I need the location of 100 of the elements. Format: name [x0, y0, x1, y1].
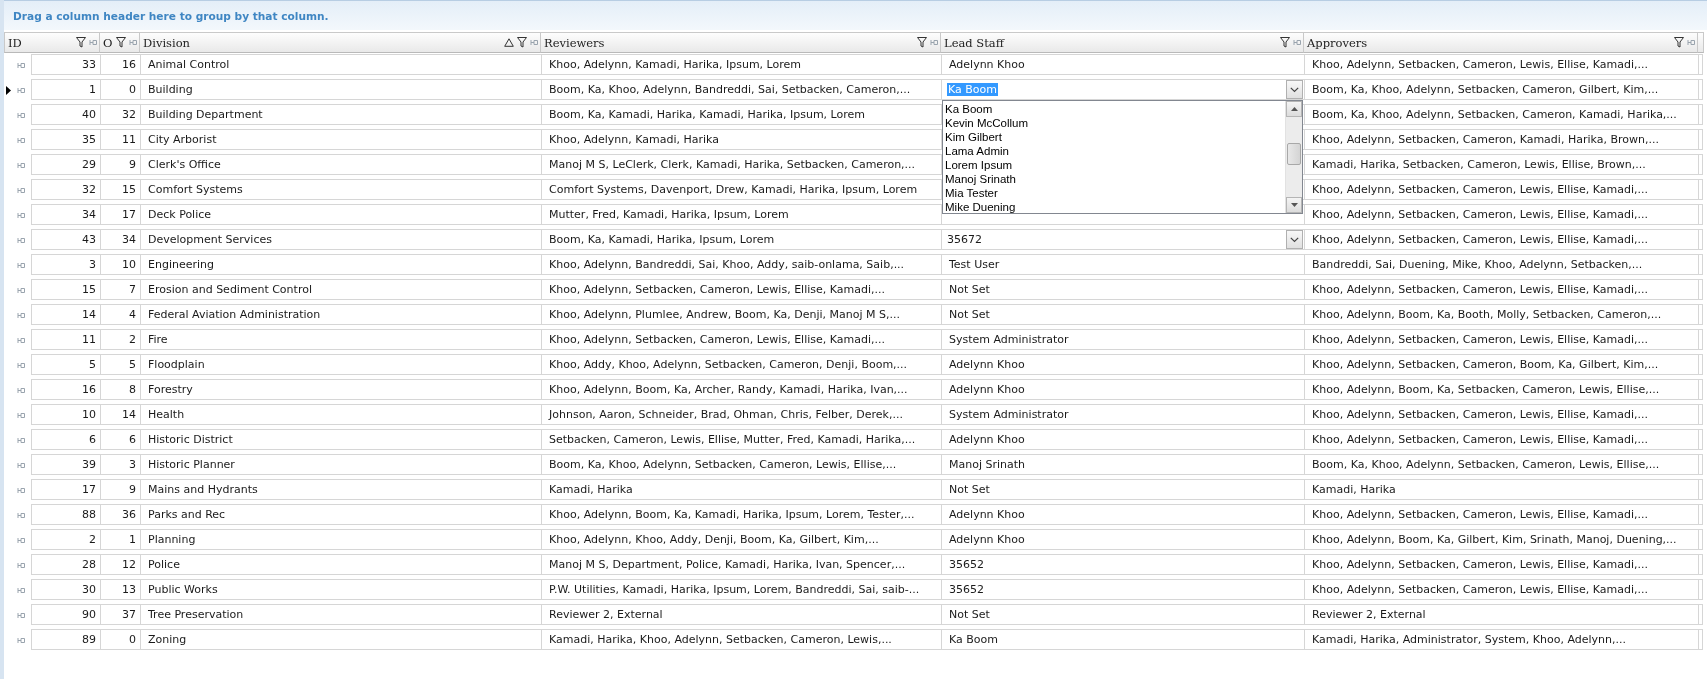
filter-icon[interactable]	[917, 37, 927, 48]
order-cell: 1	[100, 529, 140, 550]
division-cell: Floodplain	[140, 354, 541, 375]
pin-icon[interactable]	[1687, 39, 1695, 46]
division-cell: Engineering	[140, 254, 541, 275]
reviewers-cell: Khoo, Adelynn, Boom, Ka, Kamadi, Harika, Ipsum, Lorem, Tester,...	[541, 504, 941, 525]
dropdown-button[interactable]	[1286, 230, 1303, 249]
approvers-cell: Boom, Ka, Khoo, Adelynn, Setbacken, Cameron, Lewis, Ellise,...	[1304, 454, 1698, 475]
id-cell: 10	[31, 404, 100, 425]
approvers-cell: Khoo, Adelynn, Setbacken, Cameron, Lewis, Ellise, Kamadi,...	[1304, 179, 1698, 200]
pin-icon[interactable]	[17, 487, 25, 494]
pin-icon[interactable]	[17, 87, 25, 94]
pin-icon[interactable]	[17, 512, 25, 519]
column-header[interactable]: Division	[140, 32, 541, 53]
column-header[interactable]: Lead Staff	[941, 32, 1304, 53]
pin-icon[interactable]	[530, 39, 538, 46]
filter-icon[interactable]	[76, 37, 86, 48]
table-cell	[1698, 104, 1703, 125]
reviewers-cell: Khoo, Adelynn, Kamadi, Harika, Ipsum, Lorem	[541, 54, 941, 75]
pin-icon[interactable]	[17, 562, 25, 569]
order-cell: 9	[100, 154, 140, 175]
list-option[interactable]: Kevin McCollum	[943, 116, 1029, 130]
pin-icon[interactable]	[17, 212, 25, 219]
pin-icon[interactable]	[17, 462, 25, 469]
pin-icon[interactable]	[17, 162, 25, 169]
pin-icon[interactable]	[17, 262, 25, 269]
list-option[interactable]: Manoj Srinath	[943, 172, 1016, 186]
table-cell	[1698, 629, 1703, 650]
list-option[interactable]: Lama Admin	[943, 144, 1009, 158]
column-header[interactable]: ID	[4, 32, 100, 53]
filter-icon[interactable]	[116, 37, 126, 48]
scroll-up-button[interactable]	[1286, 101, 1302, 117]
scrollbar-thumb[interactable]	[1287, 142, 1301, 165]
approvers-cell: Khoo, Adelynn, Setbacken, Cameron, Lewis, Ellise, Kamadi,...	[1304, 554, 1698, 575]
list-option[interactable]: Lorem Ipsum	[943, 158, 1013, 172]
division-cell: Animal Control	[140, 54, 541, 75]
lead-staff-cell: Not Set	[941, 479, 1304, 500]
pin-icon[interactable]	[17, 112, 25, 119]
list-option[interactable]: Mike Duening	[943, 200, 1016, 214]
pin-icon[interactable]	[17, 137, 25, 144]
scroll-down-button[interactable]	[1286, 197, 1302, 213]
filter-icon[interactable]	[1280, 37, 1290, 48]
pin-icon[interactable]	[17, 287, 25, 294]
pin-icon[interactable]	[17, 187, 25, 194]
column-header[interactable]: Reviewers	[541, 32, 941, 53]
lead-staff-cell: Not Set	[941, 604, 1304, 625]
lead-staff-cell: Adelynn Khoo	[941, 379, 1304, 400]
table-cell	[1698, 479, 1703, 500]
approvers-cell: Khoo, Adelynn, Setbacken, Cameron, Lewis, Ellise, Kamadi,...	[1304, 279, 1698, 300]
column-header[interactable]: O	[100, 32, 140, 53]
list-option[interactable]: Ka Boom	[943, 102, 993, 116]
table-cell	[1698, 404, 1703, 425]
group-by-panel: Drag a column header here to group by that column.	[4, 0, 1707, 30]
pin-icon[interactable]	[17, 387, 25, 394]
approvers-cell: Kamadi, Harika, Administrator, System, Khoo, Adelynn,...	[1304, 629, 1698, 650]
division-cell: Deck Police	[140, 204, 541, 225]
division-cell: Planning	[140, 529, 541, 550]
pin-icon[interactable]	[17, 362, 25, 369]
approvers-cell: Khoo, Adelynn, Setbacken, Cameron, Lewis, Ellise, Kamadi,...	[1304, 579, 1698, 600]
order-cell: 36	[100, 504, 140, 525]
dropdown-button[interactable]	[1286, 80, 1303, 99]
sort-ascending-icon[interactable]	[504, 38, 514, 47]
pin-icon[interactable]	[930, 39, 938, 46]
pin-icon[interactable]	[17, 337, 25, 344]
lead-staff-cell: Not Set	[941, 279, 1304, 300]
id-cell: 28	[31, 554, 100, 575]
approvers-cell: Kamadi, Harika, Setbacken, Cameron, Lewis, Ellise, Brown,...	[1304, 154, 1698, 175]
table-cell	[1698, 429, 1703, 450]
reviewers-cell: Khoo, Adelynn, Setbacken, Cameron, Lewis, Ellise, Kamadi,...	[541, 329, 941, 350]
pin-icon[interactable]	[17, 412, 25, 419]
lead-staff-cell: Adelynn Khoo	[941, 54, 1304, 75]
order-cell: 37	[100, 604, 140, 625]
filter-icon[interactable]	[517, 37, 527, 48]
lead-staff-cell: Adelynn Khoo	[941, 504, 1304, 525]
reviewers-cell: Kamadi, Harika, Khoo, Adelynn, Setbacken, Cameron, Lewis,...	[541, 629, 941, 650]
order-cell: 11	[100, 129, 140, 150]
pin-icon[interactable]	[17, 587, 25, 594]
pin-icon[interactable]	[129, 39, 137, 46]
reviewers-cell: Boom, Ka, Kamadi, Harika, Ipsum, Lorem	[541, 229, 941, 250]
pin-icon[interactable]	[17, 237, 25, 244]
lead-staff-cell: System Administrator	[941, 329, 1304, 350]
list-option[interactable]: Mia Tester	[943, 186, 998, 200]
table-cell	[1698, 379, 1703, 400]
pin-icon[interactable]	[1293, 39, 1301, 46]
id-cell: 40	[31, 104, 100, 125]
pin-icon[interactable]	[17, 62, 25, 69]
column-header[interactable]: Approvers	[1304, 32, 1698, 53]
approvers-cell: Khoo, Adelynn, Setbacken, Cameron, Kamadi, Harika, Brown,...	[1304, 129, 1698, 150]
filter-icon[interactable]	[1674, 37, 1684, 48]
order-cell: 17	[100, 204, 140, 225]
id-cell: 16	[31, 379, 100, 400]
pin-icon[interactable]	[17, 537, 25, 544]
list-option[interactable]: Kim Gilbert	[943, 130, 1002, 144]
pin-icon[interactable]	[17, 437, 25, 444]
pin-icon[interactable]	[17, 312, 25, 319]
approvers-cell: Boom, Ka, Khoo, Adelynn, Setbacken, Cameron, Gilbert, Kim,...	[1304, 79, 1698, 100]
pin-icon[interactable]	[17, 637, 25, 644]
pin-icon[interactable]	[89, 39, 97, 46]
column-header[interactable]	[1698, 32, 1704, 53]
pin-icon[interactable]	[17, 612, 25, 619]
